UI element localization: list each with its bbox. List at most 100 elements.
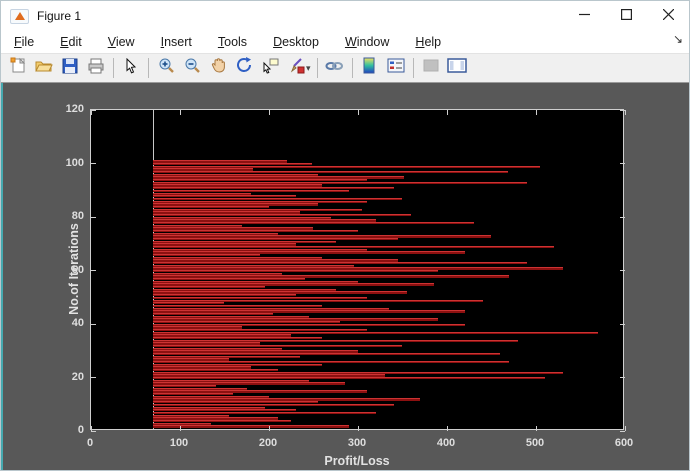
y-tick-right <box>620 270 625 271</box>
figure-window: Figure 1 FileEditViewInsertToolsDesktopW… <box>0 0 690 471</box>
zoom-in-button[interactable] <box>153 56 179 80</box>
print-figure-button[interactable] <box>83 56 109 80</box>
show-plot-tools-button[interactable] <box>444 56 470 80</box>
profit-bar <box>153 187 393 189</box>
profit-bar <box>153 283 433 285</box>
profit-bar <box>153 235 491 237</box>
rotate-3d-icon <box>236 57 253 79</box>
profit-bar <box>153 182 527 184</box>
menu-file[interactable]: File <box>1 33 47 51</box>
profit-bar <box>153 270 438 272</box>
x-tick-label: 0 <box>87 437 93 449</box>
profit-bar <box>153 337 322 339</box>
y-tick-left <box>91 110 96 111</box>
profit-bar <box>153 353 500 355</box>
dock-figure-icon[interactable]: ↘ <box>673 32 683 46</box>
profit-bar <box>153 423 211 425</box>
pan-button[interactable] <box>205 56 231 80</box>
menu-tools[interactable]: Tools <box>205 33 260 51</box>
profit-bar <box>153 281 358 283</box>
profit-bar <box>153 230 358 232</box>
profit-bar <box>153 241 335 243</box>
figure-canvas: Profit/Loss No.of Iterations 01002003004… <box>1 83 690 471</box>
x-tick-label: 100 <box>170 437 188 449</box>
profit-bar <box>153 342 260 344</box>
title-bar: Figure 1 <box>1 1 689 31</box>
y-tick-label: 80 <box>54 210 84 222</box>
profit-bar <box>153 350 358 352</box>
profit-bar <box>153 273 282 275</box>
toolbar-separator <box>352 58 353 78</box>
rotate-3d-button[interactable] <box>231 56 257 80</box>
data-cursor-icon <box>262 57 279 79</box>
edit-plot-button[interactable] <box>118 56 144 80</box>
profit-bar <box>153 415 229 417</box>
profit-bar <box>153 219 376 221</box>
profit-bar <box>153 382 344 384</box>
link-plot-icon <box>325 58 344 78</box>
profit-bar <box>153 193 251 195</box>
menu-insert[interactable]: Insert <box>148 33 205 51</box>
zoom-out-button[interactable] <box>179 56 205 80</box>
profit-bar <box>153 222 473 224</box>
insert-colorbar-button[interactable] <box>357 56 383 80</box>
link-plot-button[interactable] <box>322 56 348 80</box>
profit-bar <box>153 390 367 392</box>
insert-legend-button[interactable] <box>383 56 409 80</box>
profit-bar <box>153 179 367 181</box>
profit-bar <box>153 302 224 304</box>
profit-bar <box>153 326 242 328</box>
open-file-button[interactable] <box>31 56 57 80</box>
data-cursor-button[interactable] <box>257 56 283 80</box>
minimize-button[interactable] <box>563 1 605 31</box>
window-title: Figure 1 <box>37 9 81 23</box>
x-tick-bottom <box>269 426 270 431</box>
profit-bar <box>153 340 518 342</box>
new-figure-button[interactable] <box>5 56 31 80</box>
edit-plot-icon <box>124 58 138 79</box>
profit-bar <box>153 291 407 293</box>
profit-bar <box>153 201 367 203</box>
brush-dropdown-icon[interactable]: ▾ <box>306 63 311 74</box>
x-tick-top <box>358 110 359 115</box>
profit-bar <box>153 385 215 387</box>
x-tick-top <box>180 110 181 115</box>
profit-bar <box>153 374 384 376</box>
profit-bar <box>153 401 318 403</box>
profit-bar <box>153 310 465 312</box>
minimize-icon <box>579 7 590 25</box>
menu-help[interactable]: Help <box>402 33 454 51</box>
profit-bar <box>153 249 367 251</box>
profit-bar <box>153 174 318 176</box>
y-tick-right <box>620 217 625 218</box>
profit-bar <box>153 321 340 323</box>
y-tick-left <box>91 217 96 218</box>
y-tick-label: 0 <box>54 424 84 436</box>
zoom-in-icon <box>158 57 175 79</box>
save-figure-icon <box>62 58 78 79</box>
x-tick-top <box>91 110 92 115</box>
menu-edit[interactable]: Edit <box>47 33 95 51</box>
maximize-button[interactable] <box>605 1 647 31</box>
profit-bar <box>153 409 295 411</box>
profit-bar <box>153 267 562 269</box>
toolbar-separator <box>148 58 149 78</box>
profit-bar <box>153 160 287 162</box>
profit-bar <box>153 190 349 192</box>
profit-bar <box>153 308 389 310</box>
x-tick-bottom <box>536 426 537 431</box>
close-button[interactable] <box>647 1 689 31</box>
x-tick-top <box>625 110 626 115</box>
menu-desktop[interactable]: Desktop <box>260 33 332 51</box>
y-tick-label: 100 <box>54 157 84 169</box>
profit-bar <box>153 407 264 409</box>
figure-toolbar: ▾ <box>1 53 689 83</box>
save-figure-button[interactable] <box>57 56 83 80</box>
profit-bar <box>153 278 304 280</box>
profit-bar <box>153 254 260 256</box>
profit-bar <box>153 361 509 363</box>
menu-window[interactable]: Window <box>332 33 402 51</box>
menu-view[interactable]: View <box>95 33 148 51</box>
x-tick-top <box>447 110 448 115</box>
profit-bar <box>153 262 527 264</box>
